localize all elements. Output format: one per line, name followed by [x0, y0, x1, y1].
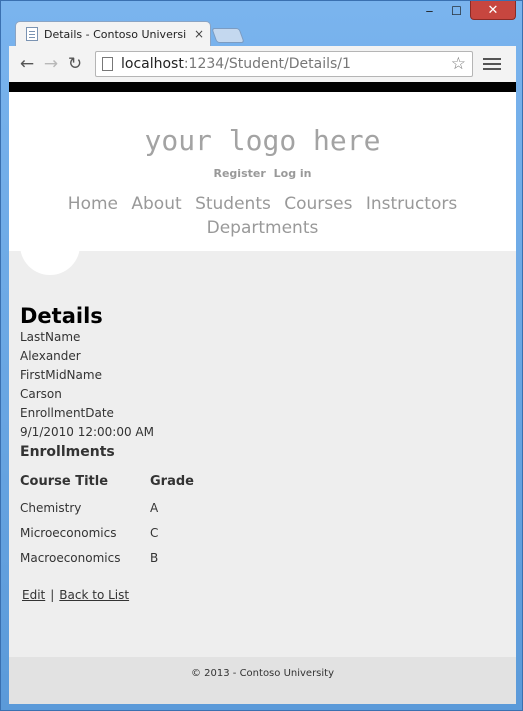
cell-grade: A	[150, 501, 159, 515]
cell-course-title: Chemistry	[20, 501, 82, 515]
cell-course-title: Microeconomics	[20, 526, 117, 540]
column-header-course-title: Course Title	[20, 474, 109, 489]
url-path: :1234/Student/Details/1	[183, 56, 351, 72]
tab-title: Details - Contoso Universi	[44, 27, 187, 41]
page-top-bar	[9, 82, 516, 92]
tab-details[interactable]: Details - Contoso Universi ×	[15, 21, 211, 46]
nav-students[interactable]: Students	[195, 194, 271, 214]
main-nav: Home About Students Courses Instructors …	[48, 192, 478, 240]
menu-hamburger-icon[interactable]	[483, 58, 501, 70]
main-content: Details LastName Alexander FirstMidName …	[9, 251, 516, 602]
nav-courses[interactable]: Courses	[284, 194, 352, 214]
page-icon	[102, 57, 113, 71]
field-value-firstmidname: Carson	[20, 387, 62, 401]
footer-copyright: © 2013 - Contoso University	[190, 668, 335, 679]
cell-grade: C	[150, 526, 159, 540]
nav-departments[interactable]: Departments	[207, 218, 319, 238]
column-header-grade: Grade	[150, 474, 194, 489]
field-label-enrollmentdate: EnrollmentDate	[20, 406, 114, 420]
close-window-button[interactable]: ✕	[470, 1, 516, 20]
back-to-list-link[interactable]: Back to List	[59, 588, 129, 602]
table-row: Chemistry A	[20, 501, 194, 526]
site-footer: © 2013 - Contoso University	[9, 657, 516, 704]
page-favicon-icon	[26, 27, 38, 41]
nav-about[interactable]: About	[131, 194, 181, 214]
address-bar[interactable]: localhost:1234/Student/Details/1 ☆	[95, 51, 473, 77]
page-title: Details	[20, 304, 103, 328]
register-link[interactable]: Register	[214, 167, 266, 180]
edit-link[interactable]: Edit	[22, 588, 45, 602]
forward-button[interactable]: →	[39, 52, 63, 76]
link-separator: |	[50, 588, 55, 602]
login-links: Register Log in	[9, 167, 516, 180]
site-logo[interactable]: your logo here	[9, 92, 516, 157]
browser-window: ‒ ☐ ✕ Details - Contoso Universi × ← → ↻…	[0, 0, 523, 711]
bookmark-star-icon[interactable]: ☆	[451, 54, 466, 74]
minimize-button[interactable]: ‒	[416, 1, 443, 20]
nav-instructors[interactable]: Instructors	[366, 194, 457, 214]
table-row: Macroeconomics B	[20, 551, 194, 576]
window-controls: ‒ ☐ ✕	[416, 1, 516, 22]
table-header-row: Course Title Grade	[20, 474, 194, 501]
page-viewport: your logo here Register Log in Home Abou…	[9, 92, 516, 704]
nav-home[interactable]: Home	[68, 194, 118, 214]
url-host: localhost	[121, 56, 184, 72]
field-label-firstmidname: FirstMidName	[20, 368, 102, 382]
login-link[interactable]: Log in	[274, 167, 312, 180]
field-label-lastname: LastName	[20, 330, 81, 344]
tab-close-icon[interactable]: ×	[194, 27, 204, 41]
field-value-enrollmentdate: 9/1/2010 12:00:00 AM	[20, 425, 154, 439]
field-value-lastname: Alexander	[20, 349, 81, 363]
new-tab-button[interactable]	[211, 28, 245, 43]
url-text: localhost:1234/Student/Details/1	[121, 56, 451, 72]
site-header: your logo here Register Log in Home Abou…	[9, 92, 516, 275]
table-row: Microeconomics C	[20, 526, 194, 551]
enrollments-table: Course Title Grade Chemistry A Microecon…	[20, 474, 194, 576]
browser-toolbar: ← → ↻ localhost:1234/Student/Details/1 ☆	[9, 46, 516, 82]
cell-course-title: Macroeconomics	[20, 551, 121, 565]
detail-actions: Edit | Back to List	[20, 588, 505, 602]
reload-button[interactable]: ↻	[63, 52, 87, 76]
back-button[interactable]: ←	[15, 52, 39, 76]
enrollments-heading: Enrollments	[20, 444, 115, 460]
cell-grade: B	[150, 551, 159, 565]
maximize-button[interactable]: ☐	[443, 1, 470, 20]
